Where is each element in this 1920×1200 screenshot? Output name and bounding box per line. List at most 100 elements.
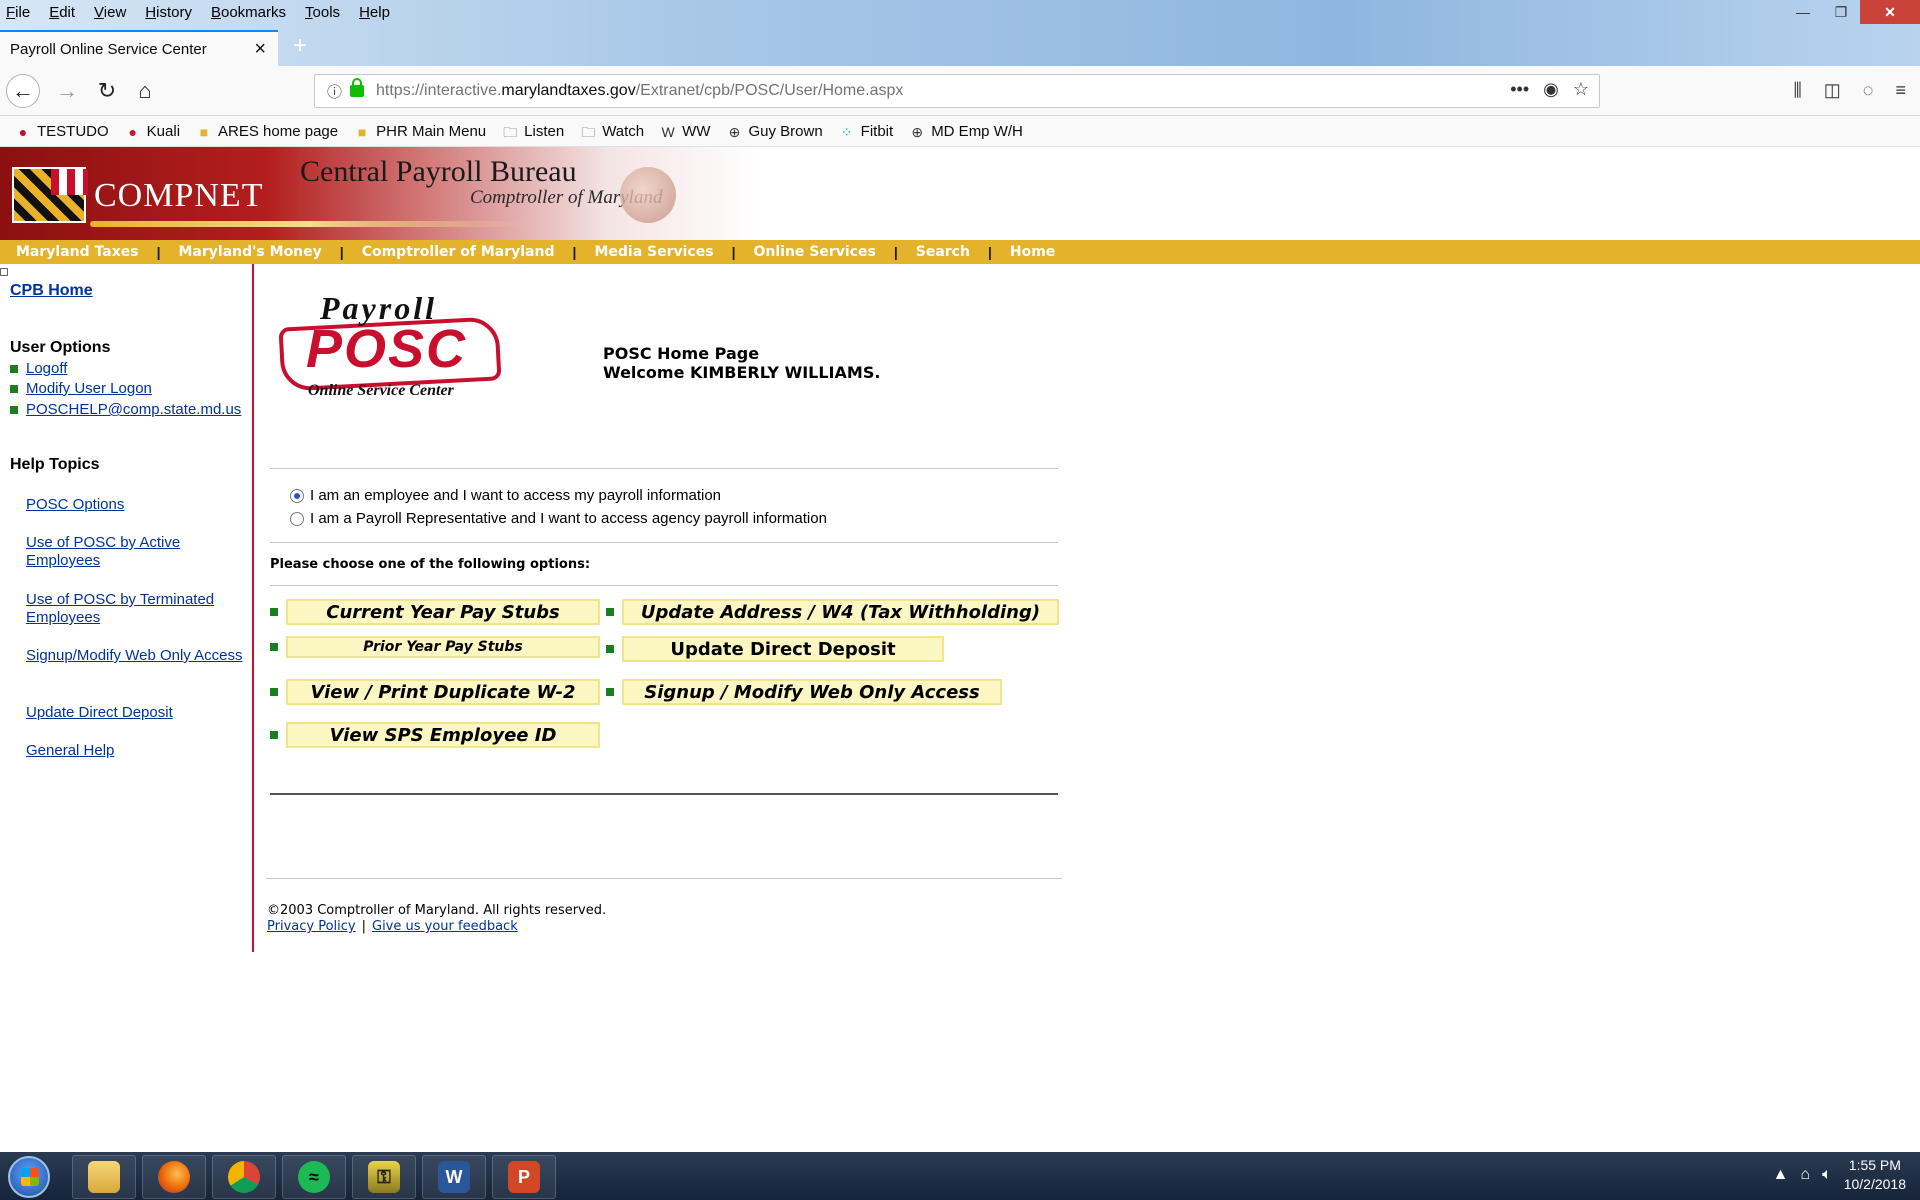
menu-history[interactable]: History: [143, 4, 194, 21]
new-tab-icon[interactable]: +: [286, 32, 314, 60]
update-direct-deposit-button[interactable]: Update Direct Deposit: [622, 636, 944, 662]
bookmark-star-icon[interactable]: ☆: [1573, 79, 1589, 100]
bullet-icon: [270, 608, 278, 616]
radio-employee-button[interactable]: [290, 488, 304, 503]
nav-marylands-money[interactable]: Maryland's Money: [179, 244, 322, 260]
bookmark-item[interactable]: W WW: [659, 123, 711, 140]
folder-icon: 🗀: [581, 123, 596, 140]
bullet-icon: [10, 405, 18, 414]
bookmark-item[interactable]: 🗀 Watch: [579, 123, 644, 140]
home-icon[interactable]: ⌂: [128, 74, 162, 108]
library-icon[interactable]: ⫼: [1793, 80, 1801, 101]
nav-maryland-taxes[interactable]: Maryland Taxes: [16, 244, 139, 260]
window-close-icon[interactable]: ✕: [1860, 0, 1920, 24]
help-update-direct-deposit[interactable]: Update Direct Deposit: [26, 704, 246, 722]
current-year-pay-stubs-button[interactable]: Current Year Pay Stubs: [286, 599, 600, 625]
menu-bookmarks[interactable]: Bookmarks: [209, 4, 288, 21]
nav-media-services[interactable]: Media Services: [594, 244, 713, 260]
sync-icon[interactable]: ◌: [1863, 80, 1874, 101]
back-icon[interactable]: ←: [6, 74, 40, 108]
clock[interactable]: 1:55 PM 10/2/2018: [1844, 1156, 1906, 1194]
url-bar[interactable]: ⓘ https://interactive.marylandtaxes.gov/…: [314, 74, 1600, 108]
secure-lock-icon: [350, 78, 365, 97]
menu-view[interactable]: View: [92, 4, 128, 21]
bookmark-item[interactable]: ⊕ Guy Brown: [725, 123, 823, 140]
firefox-icon[interactable]: [142, 1155, 206, 1199]
prior-year-pay-stubs-button[interactable]: Prior Year Pay Stubs: [286, 636, 600, 658]
choose-options-label: Please choose one of the following optio…: [270, 557, 591, 572]
bookmark-label: Guy Brown: [748, 123, 823, 140]
maryland-flag-icon: [12, 167, 88, 223]
file-explorer-icon[interactable]: [72, 1155, 136, 1199]
start-button-icon[interactable]: [8, 1156, 50, 1198]
sps-employee-id-button[interactable]: View SPS Employee ID: [286, 722, 600, 748]
spotify-icon[interactable]: ≈: [282, 1155, 346, 1199]
help-general-help[interactable]: General Help: [26, 742, 246, 760]
menu-file[interactable]: File: [4, 4, 32, 21]
radio-payroll-rep-button[interactable]: [290, 511, 304, 526]
page-actions-menu-icon[interactable]: •••: [1510, 79, 1529, 100]
cpb-home-link[interactable]: CPB Home: [10, 282, 93, 300]
word-icon[interactable]: W: [422, 1155, 486, 1199]
help-active-employees[interactable]: Use of POSC by Active Employees: [26, 534, 246, 570]
reload-icon[interactable]: ↻: [90, 74, 124, 108]
compnet-banner: COMPNET Central Payroll Bureau Comptroll…: [0, 147, 760, 240]
duplicate-w2-button[interactable]: View / Print Duplicate W-2: [286, 679, 600, 705]
network-icon[interactable]: ⌂: [1800, 1166, 1810, 1184]
maximize-icon[interactable]: ❐: [1822, 0, 1860, 24]
divider: [270, 468, 1058, 469]
welcome-block: POSC Home Page Welcome KIMBERLY WILLIAMS…: [603, 344, 880, 382]
hamburger-menu-icon[interactable]: ≡: [1895, 80, 1906, 101]
bookmark-item[interactable]: ● Kuali: [124, 123, 180, 140]
radio-employee[interactable]: I am an employee and I want to access my…: [290, 487, 721, 504]
logoff-link[interactable]: Logoff: [10, 360, 67, 377]
chrome-icon[interactable]: [212, 1155, 276, 1199]
windows-taskbar: ≈ ⚿ W P ▲ ⌂ 🔈︎ 1:55 PM 10/2/2018: [0, 1152, 1920, 1200]
site-info-icon[interactable]: ⓘ: [327, 81, 342, 102]
menu-tools[interactable]: Tools: [303, 4, 342, 21]
url-text[interactable]: https://interactive.marylandtaxes.gov/Ex…: [376, 82, 903, 100]
volume-icon[interactable]: 🔈︎: [1822, 1166, 1832, 1184]
tab-close-icon[interactable]: ×: [254, 38, 266, 61]
radio-payroll-rep[interactable]: I am a Payroll Representative and I want…: [290, 510, 827, 527]
forward-icon[interactable]: →: [50, 74, 84, 108]
posc-logo-bottom: Online Service Center: [308, 382, 454, 399]
umd-icon: ●: [128, 123, 137, 140]
powerpoint-icon[interactable]: P: [492, 1155, 556, 1199]
help-terminated-employees[interactable]: Use of POSC by Terminated Employees: [26, 591, 246, 627]
keepass-icon[interactable]: ⚿: [352, 1155, 416, 1199]
privacy-policy-link[interactable]: Privacy Policy: [267, 919, 356, 934]
seal-icon: [620, 167, 676, 223]
bookmark-item[interactable]: ■ ARES home page: [195, 123, 338, 140]
bookmark-item[interactable]: 🗀 Listen: [501, 123, 564, 140]
md-flag-icon: ■: [199, 123, 209, 140]
pocket-icon[interactable]: ◉: [1543, 79, 1559, 100]
divider: [270, 542, 1058, 543]
bookmark-item[interactable]: ⊕ MD Emp W/H: [908, 123, 1023, 140]
page-title: POSC Home Page: [603, 344, 760, 363]
nav-home[interactable]: Home: [1010, 244, 1055, 260]
bookmark-item[interactable]: ⁘ Fitbit: [838, 123, 893, 140]
poschelp-email-link[interactable]: POSCHELP@comp.state.md.us: [10, 401, 241, 418]
nav-comptroller[interactable]: Comptroller of Maryland: [362, 244, 555, 260]
modify-user-logon-link[interactable]: Modify User Logon: [10, 380, 152, 397]
help-signup-modify-web-access[interactable]: Signup/Modify Web Only Access: [26, 647, 246, 665]
tray-expand-icon[interactable]: ▲: [1773, 1166, 1789, 1184]
update-address-w4-button[interactable]: Update Address / W4 (Tax Withholding): [622, 599, 1059, 625]
nav-online-services[interactable]: Online Services: [753, 244, 875, 260]
nav-search[interactable]: Search: [916, 244, 970, 260]
tab-payroll-online-service-center[interactable]: Payroll Online Service Center ×: [0, 30, 278, 66]
bullet-icon: [606, 645, 614, 653]
menu-edit[interactable]: Edit: [47, 4, 77, 21]
toolbar-right-buttons: ⫼ ◫ ◌ ≡: [1793, 80, 1906, 101]
web-only-access-button[interactable]: Signup / Modify Web Only Access: [622, 679, 1002, 705]
bookmark-item[interactable]: ● TESTUDO: [14, 123, 109, 140]
menu-help[interactable]: Help: [357, 4, 392, 21]
help-posc-options[interactable]: POSC Options: [26, 496, 246, 514]
minimize-icon[interactable]: —: [1784, 0, 1822, 24]
bookmark-item[interactable]: ■ PHR Main Menu: [353, 123, 486, 140]
feedback-link[interactable]: Give us your feedback: [372, 919, 518, 934]
site-nav-bar: Maryland Taxes | Maryland's Money | Comptr…: [0, 240, 1920, 264]
fitbit-icon: ⁘: [840, 123, 853, 140]
sidebar-icon[interactable]: ◫: [1824, 80, 1841, 101]
